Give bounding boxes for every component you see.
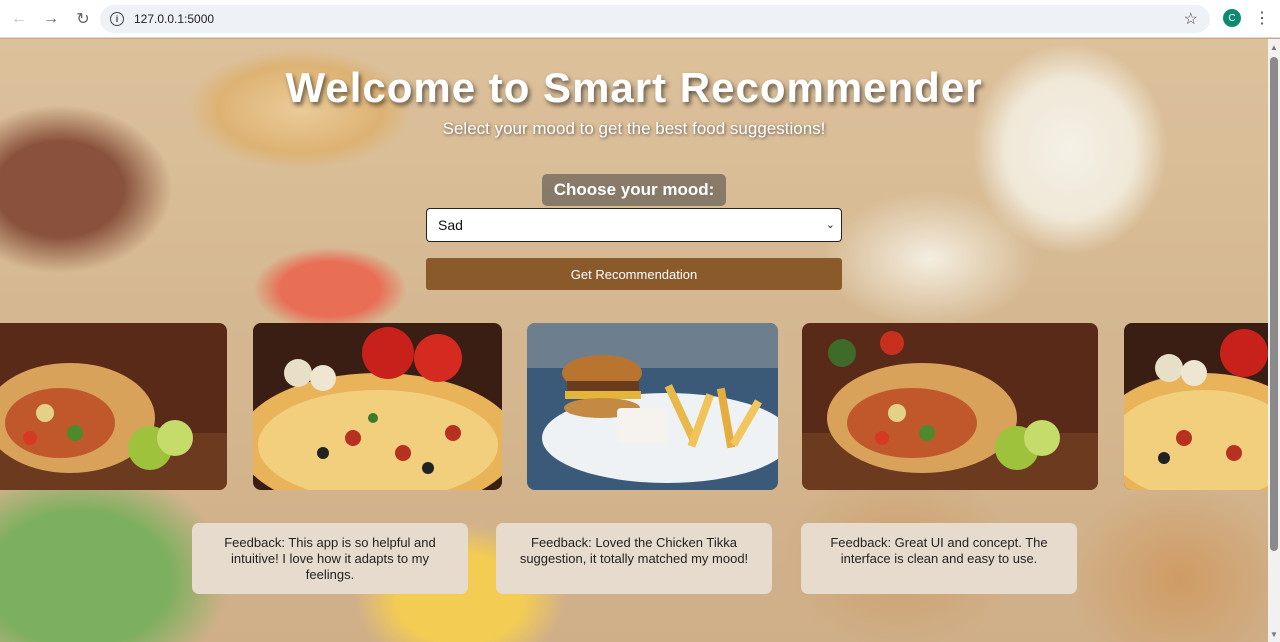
address-bar[interactable]: i 127.0.0.1:5000 ☆ bbox=[100, 5, 1210, 33]
food-image-pizza[interactable] bbox=[1124, 323, 1268, 490]
scroll-down-icon[interactable]: ▼ bbox=[1270, 630, 1278, 639]
food-image-burger-fries[interactable] bbox=[527, 323, 778, 490]
mood-selected-value: Sad bbox=[438, 217, 463, 233]
mood-label: Choose your mood: bbox=[542, 174, 726, 206]
wrap-image bbox=[802, 323, 1098, 490]
forward-arrow-icon[interactable]: → bbox=[36, 4, 66, 34]
burger-fries-image bbox=[527, 323, 778, 490]
reload-icon[interactable]: ↻ bbox=[68, 4, 98, 34]
chevron-down-icon: ⌄ bbox=[825, 219, 835, 231]
scrollbar-thumb[interactable] bbox=[1270, 57, 1278, 551]
scroll-up-icon[interactable]: ▲ bbox=[1270, 43, 1278, 52]
feedback-card: Feedback: This app is so helpful and int… bbox=[192, 523, 468, 594]
profile-avatar[interactable]: C bbox=[1223, 9, 1241, 27]
page-scrollbar[interactable]: ▲ ▼ bbox=[1268, 39, 1280, 642]
info-icon[interactable]: i bbox=[110, 12, 124, 26]
pizza-image bbox=[1124, 323, 1268, 490]
wrap-image bbox=[0, 323, 227, 490]
get-recommendation-button[interactable]: Get Recommendation bbox=[426, 258, 842, 290]
page-title: Welcome to Smart Recommender bbox=[285, 64, 983, 111]
mood-select[interactable]: Sad ⌄ bbox=[426, 208, 842, 242]
page-subtitle: Select your mood to get the best food su… bbox=[442, 119, 826, 138]
back-arrow-icon[interactable]: ← bbox=[4, 4, 34, 34]
food-image-wrap[interactable] bbox=[0, 323, 227, 490]
feedback-card: Feedback: Loved the Chicken Tikka sugges… bbox=[496, 523, 772, 594]
page-background: Welcome to Smart Recommender Select your… bbox=[0, 39, 1268, 642]
browser-toolbar: ← → ↻ i 127.0.0.1:5000 ☆ C ⋮ bbox=[0, 0, 1280, 38]
pizza-image bbox=[253, 323, 502, 490]
feedback-card: Feedback: Great UI and concept. The inte… bbox=[801, 523, 1077, 594]
url-text[interactable]: 127.0.0.1:5000 bbox=[134, 12, 214, 26]
food-image-pizza[interactable] bbox=[253, 323, 502, 490]
food-image-wrap[interactable] bbox=[802, 323, 1098, 490]
star-icon[interactable]: ☆ bbox=[1184, 9, 1198, 29]
kebab-menu-icon[interactable]: ⋮ bbox=[1254, 8, 1270, 28]
